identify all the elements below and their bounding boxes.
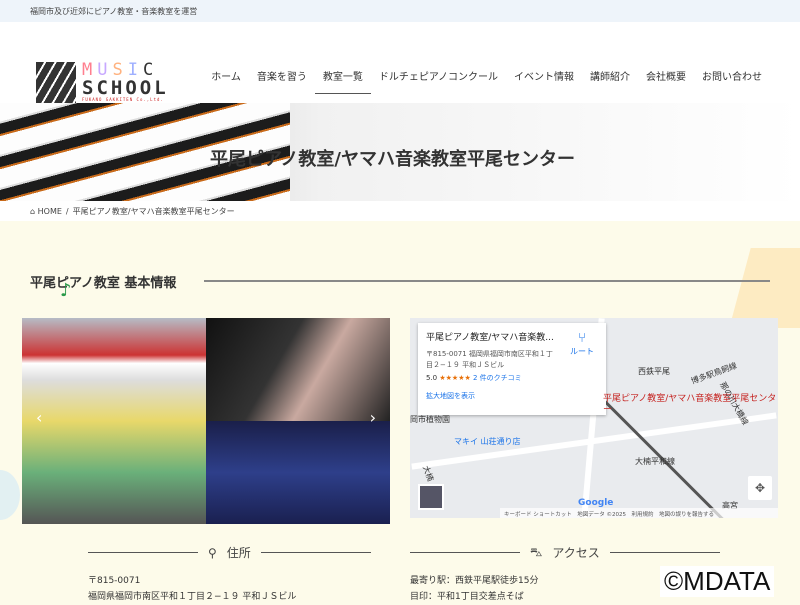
page-title: 平尾ピアノ教室/ヤマハ音楽教室平尾センター <box>210 149 575 170</box>
map-label-line2: 大楠平和線 <box>635 457 675 466</box>
map-label-store: マキイ 山荘通り店 <box>454 437 521 446</box>
concert-photo <box>206 421 390 524</box>
zip-code: 〒815-0071 <box>88 576 141 586</box>
place-card: 平尾ピアノ教室/ヤマハ音楽教... 〒815-0071 福岡県福岡市南区平和１丁… <box>418 323 606 415</box>
place-address: 〒815-0071 福岡県福岡市南区平和１丁目２−１９ 平和ＪＳビル <box>426 350 553 369</box>
hero-banner: 平尾ピアノ教室/ヤマハ音楽教室平尾センター <box>0 103 800 201</box>
map-label-station: 西鉄平尾 <box>638 367 670 376</box>
map-label-line3: 大楠 <box>421 464 435 483</box>
section-title: 平尾ピアノ教室 基本情報 <box>30 276 177 291</box>
google-map[interactable]: 平尾ピアノ教室/ヤマハ音楽教... 〒815-0071 福岡県福岡市南区平和１丁… <box>410 318 778 518</box>
address-heading: ⚲ 住所 <box>88 544 371 561</box>
nav-concours[interactable]: ドルチェピアノコンクール <box>379 68 498 93</box>
camera-control-icon[interactable]: ✥ <box>748 476 772 500</box>
landmark: 目印：平和1丁目交差点そば <box>410 592 524 602</box>
breadcrumb-home[interactable]: HOME <box>38 207 62 216</box>
main-nav: ホーム 音楽を習う 教室一覧 ドルチェピアノコンクール イベント情報 講師紹介 … <box>211 68 762 94</box>
nav-company[interactable]: 会社概要 <box>646 68 686 93</box>
home-icon: ⌂ <box>30 207 36 216</box>
nav-contact[interactable]: お問い合わせ <box>702 68 762 93</box>
route-button[interactable]: ⑂ ルート <box>570 331 594 357</box>
nav-learn[interactable]: 音楽を習う <box>257 68 307 93</box>
reviews-link[interactable]: 2 件のクチコミ <box>473 374 522 382</box>
map-label-line1: 博多駅鳥飼線 <box>689 361 739 386</box>
google-logo: Google <box>578 498 614 508</box>
map-pin-icon: ⚲ <box>208 545 217 560</box>
breadcrumb-separator: / <box>65 207 69 216</box>
map-pin-label[interactable]: 平尾ピアノ教室/ヤマハ音楽教室平尾センター <box>603 394 778 416</box>
logo-company: FUKANO GAKKITEN Co.,Ltd. <box>82 97 164 102</box>
header: MUSIC SCHOOL FUKANO GAKKITEN Co.,Ltd. ホー… <box>0 22 800 106</box>
breadcrumb: ⌂ HOME / 平尾ピアノ教室/ヤマハ音楽教室平尾センター <box>0 201 800 221</box>
logo-mark-icon <box>36 62 76 106</box>
map-label-garden: 岡市植物園 <box>410 415 450 424</box>
nav-classrooms[interactable]: 教室一覧 <box>314 68 371 94</box>
top-bar: 福岡市及び近郊にピアノ教室・音楽教室を運営 <box>0 0 800 22</box>
slider-prev-button[interactable]: ‹ <box>36 408 42 427</box>
train-icon: ⛍ <box>530 544 543 559</box>
larger-map-link[interactable]: 拡大地図を表示 <box>426 392 475 400</box>
access-info: 最寄り駅：西鉄平尾駅徒歩15分 目印：平和1丁目交差点そば <box>410 573 538 605</box>
nav-home[interactable]: ホーム <box>211 68 241 93</box>
logo[interactable]: MUSIC SCHOOL FUKANO GAKKITEN Co.,Ltd. <box>36 62 169 106</box>
building-photo <box>22 318 206 524</box>
access-heading: ⛍ アクセス <box>410 544 720 561</box>
decorative-circle <box>0 470 20 520</box>
nav-events[interactable]: イベント情報 <box>514 68 574 93</box>
rating: 5.0 <box>426 374 438 382</box>
breadcrumb-current: 平尾ピアノ教室/ヤマハ音楽教室平尾センター <box>72 207 235 216</box>
address-info: 〒815-0071 福岡県福岡市南区平和１丁目２−１９ 平和ＪＳビル <box>88 573 296 605</box>
map-footer: キーボード ショートカット 地図データ ©2025 利用規約 地図の誤りを報告す… <box>500 508 778 518</box>
tagline: 福岡市及び近郊にピアノ教室・音楽教室を運営 <box>30 7 198 16</box>
rating-stars: ★★★★★ <box>439 374 471 382</box>
piano-recital-photo <box>206 318 390 421</box>
slider-next-button[interactable]: › <box>370 408 376 427</box>
music-note-icon: ♪ <box>60 280 72 301</box>
satellite-toggle[interactable] <box>418 484 444 510</box>
watermark: ©MDATA <box>660 566 775 597</box>
nearest-station: 最寄り駅：西鉄平尾駅徒歩15分 <box>410 576 539 586</box>
title-divider <box>204 280 770 282</box>
decorative-shape <box>729 248 800 328</box>
directions-icon: ⑂ <box>578 331 586 346</box>
photo-slider: ‹ › <box>22 318 390 524</box>
logo-school: SCHOOL <box>82 77 169 99</box>
address-line: 福岡県福岡市南区平和１丁目２−１９ 平和ＪＳビル <box>88 592 297 602</box>
nav-teachers[interactable]: 講師紹介 <box>590 68 630 93</box>
